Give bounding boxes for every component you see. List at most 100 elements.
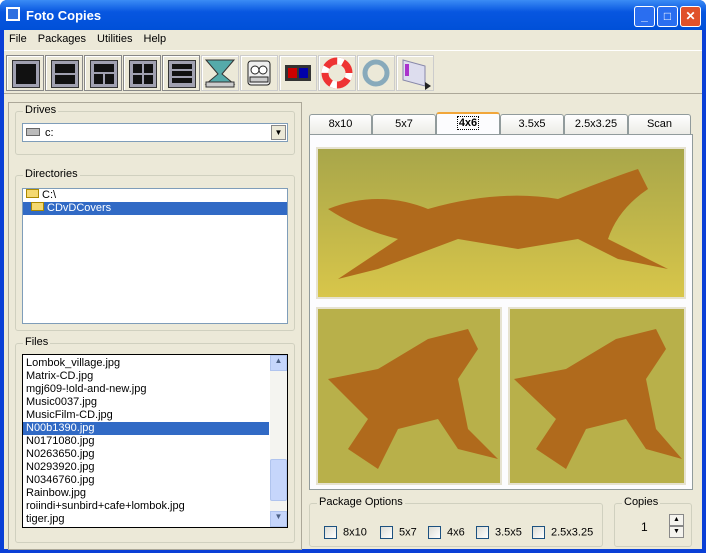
menu-utilities[interactable]: Utilities <box>92 30 138 45</box>
tab-8x10[interactable]: 8x10 <box>309 114 372 134</box>
tab-Scan[interactable]: Scan <box>628 114 691 134</box>
drives-label: Drives <box>23 104 59 116</box>
menu-bar: File Packages Utilities Help <box>4 30 702 48</box>
film-button[interactable] <box>279 55 317 91</box>
layout-4-button[interactable] <box>123 55 161 91</box>
checkbox[interactable] <box>380 526 393 539</box>
file-item[interactable]: MusicFilm-CD.jpg <box>23 409 269 422</box>
ring-icon <box>362 59 390 87</box>
menu-file[interactable]: File <box>4 30 33 45</box>
scrollbar[interactable]: ▲ ▼ <box>270 355 287 527</box>
photo-small-right <box>508 307 686 485</box>
copies-value[interactable]: 1 <box>641 520 648 534</box>
layout-2-icon <box>51 60 79 88</box>
scroll-down-button[interactable]: ▼ <box>270 511 287 527</box>
layout-2-button[interactable] <box>45 55 83 91</box>
option-label: 5x7 <box>399 526 417 539</box>
tab-3-5x5[interactable]: 3.5x5 <box>500 114 564 134</box>
tab-2-5x3-25[interactable]: 2.5x3.25 <box>564 114 628 134</box>
file-item[interactable]: tiger.jpg <box>23 513 269 526</box>
toolbar <box>4 50 702 94</box>
file-item[interactable]: roiindi+sunbird+cafe+lombok.jpg <box>23 500 269 513</box>
directories-group: Directories C:\ CDvDCovers <box>15 168 295 331</box>
scanner-icon <box>204 59 236 88</box>
package-options-label: Package Options <box>317 496 405 508</box>
directory-item[interactable]: C:\ <box>23 189 287 202</box>
file-item[interactable]: N0263650.jpg <box>23 448 269 461</box>
scroll-thumb[interactable] <box>270 459 287 501</box>
file-item[interactable]: N0293920.jpg <box>23 461 269 474</box>
tab-label: 2.5x3.25 <box>574 118 618 130</box>
fedex-button[interactable] <box>396 55 434 91</box>
layout-1-button[interactable] <box>6 55 44 91</box>
directory-list[interactable]: C:\ CDvDCovers <box>22 188 288 324</box>
layout-1-icon <box>12 60 40 88</box>
package-option-3-5x5[interactable]: 3.5x5 <box>476 526 522 539</box>
lifebuoy-icon <box>321 57 353 89</box>
package-option-2-5x3-25[interactable]: 2.5x3.25 <box>532 526 593 539</box>
file-item[interactable]: N0171080.jpg <box>23 435 269 448</box>
checkbox[interactable] <box>324 526 337 539</box>
app-icon <box>6 7 20 21</box>
menu-help[interactable]: Help <box>139 30 173 45</box>
help-button[interactable] <box>318 55 356 91</box>
layout-9-icon <box>168 60 196 88</box>
layout-3-button[interactable] <box>84 55 122 91</box>
drive-value: c: <box>45 127 54 139</box>
checkbox[interactable] <box>428 526 441 539</box>
tab-5x7[interactable]: 5x7 <box>372 114 436 134</box>
folder-open-icon <box>26 189 39 198</box>
printer-face-icon <box>247 60 271 86</box>
photo-preview <box>309 134 693 490</box>
file-item[interactable]: mgj609-!old-and-new.jpg <box>23 383 269 396</box>
directory-item[interactable]: CDvDCovers <box>23 202 287 215</box>
copies-up-button[interactable]: ▲ <box>669 514 684 526</box>
copies-down-button[interactable]: ▼ <box>669 526 684 538</box>
photo-large <box>316 147 686 299</box>
scroll-up-button[interactable]: ▲ <box>270 355 287 371</box>
film-icon <box>285 65 311 81</box>
menu-packages[interactable]: Packages <box>33 30 92 45</box>
maximize-button[interactable]: □ <box>657 6 678 27</box>
package-option-5x7[interactable]: 5x7 <box>380 526 417 539</box>
option-label: 2.5x3.25 <box>551 526 594 539</box>
files-label: Files <box>23 336 51 348</box>
copies-label: Copies <box>622 496 661 508</box>
tab-4x6[interactable]: 4x6 <box>436 112 500 135</box>
close-button[interactable]: ✕ <box>680 6 701 27</box>
file-item[interactable]: Rainbow.jpg <box>23 487 269 500</box>
layout-9-button[interactable] <box>162 55 200 91</box>
layout-3-icon <box>90 60 118 88</box>
scan-button[interactable] <box>201 55 239 91</box>
horse-image <box>318 309 500 483</box>
file-item[interactable]: Matrix-CD.jpg <box>23 370 269 383</box>
file-item[interactable]: N00b1390.jpg <box>23 422 269 435</box>
drives-group: Drives c: ▼ <box>15 104 295 155</box>
ring-button[interactable] <box>357 55 395 91</box>
title-bar: Foto Copies _ □ ✕ <box>0 0 706 30</box>
chevron-down-icon[interactable]: ▼ <box>271 125 286 140</box>
drive-icon <box>26 128 40 136</box>
photo-small-left <box>316 307 502 485</box>
file-list[interactable]: Lombok_village.jpg Matrix-CD.jpg mgj609-!o… <box>22 354 288 528</box>
horse-image <box>318 149 684 297</box>
option-label: 3.5x5 <box>495 526 522 539</box>
layout-4-icon <box>129 60 157 88</box>
minimize-button[interactable]: _ <box>634 6 655 27</box>
checkbox[interactable] <box>476 526 489 539</box>
package-option-8x10[interactable]: 8x10 <box>324 526 367 539</box>
fedex-icon <box>402 59 431 90</box>
horse-image <box>510 309 684 483</box>
file-item[interactable]: Music0037.jpg <box>23 396 269 409</box>
tab-label: Scan <box>646 118 673 130</box>
checkbox[interactable] <box>532 526 545 539</box>
file-item[interactable]: Lombok_village.jpg <box>23 357 269 370</box>
window-title: Foto Copies <box>26 8 102 23</box>
tab-label: 4x6 <box>456 116 480 130</box>
tab-label: 8x10 <box>328 118 353 130</box>
print-button[interactable] <box>240 55 278 91</box>
file-item[interactable]: N0346760.jpg <box>23 474 269 487</box>
drive-select[interactable]: c: ▼ <box>22 123 288 142</box>
left-panel: Drives c: ▼ Directories C:\ CDvDCovers F… <box>8 102 302 550</box>
package-option-4x6[interactable]: 4x6 <box>428 526 465 539</box>
